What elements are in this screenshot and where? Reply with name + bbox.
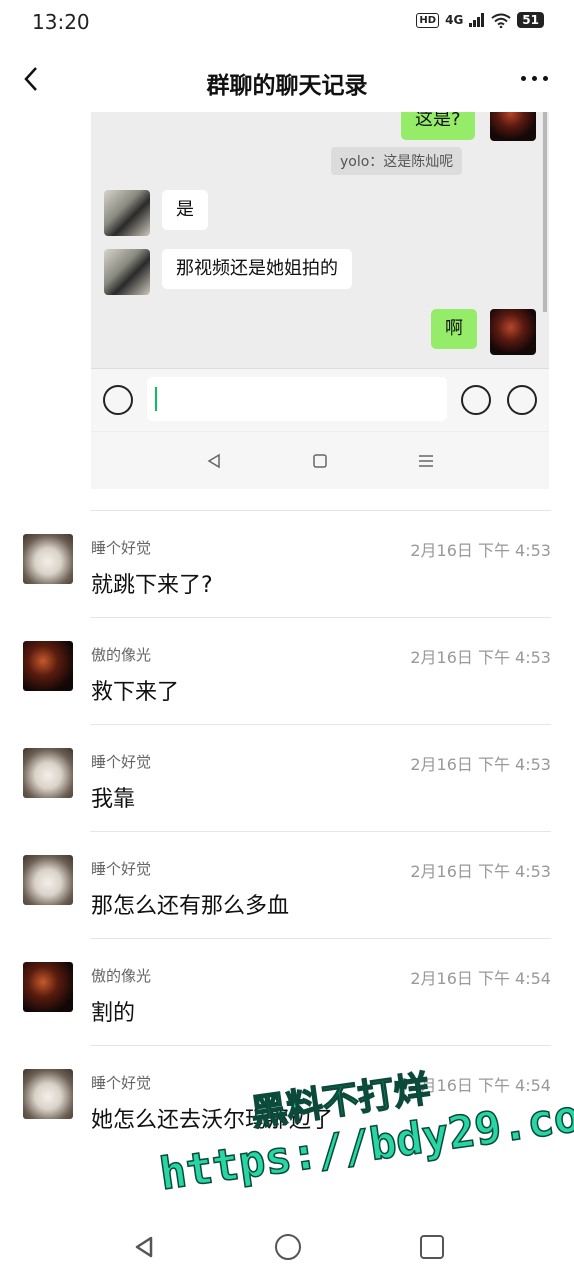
cellular-signal-icon <box>469 13 485 27</box>
list-item[interactable]: 睡个好觉 2月16日 下午 4:53 我靠 <box>0 724 574 831</box>
message-text: 割的 <box>91 1001 136 1026</box>
divider <box>90 510 551 511</box>
divider <box>90 938 551 939</box>
sender-name: 傲的像光 <box>91 967 152 985</box>
chat-bubble-right: 啊 <box>431 309 477 349</box>
avatar <box>490 112 536 141</box>
nav-menu-icon <box>419 454 433 467</box>
list-item[interactable]: 睡个好觉 2月16日 下午 4:53 那怎么还有那么多血 <box>0 831 574 938</box>
status-icons: HD 4G 51 <box>416 12 544 28</box>
plus-icon <box>507 385 537 415</box>
chat-bubble-left: 那视频还是她姐拍的 <box>162 249 352 289</box>
hd-icon: HD <box>416 12 440 28</box>
nav-back-icon[interactable] <box>134 1236 154 1258</box>
list-item[interactable]: 傲的像光 2月16日 下午 4:53 救下来了 <box>0 617 574 724</box>
message-text: 救下来了 <box>91 680 180 705</box>
divider <box>90 617 551 618</box>
sender-name: 睡个好觉 <box>91 1074 152 1092</box>
message-time: 2月16日 下午 4:53 <box>410 862 551 881</box>
sender-name: 睡个好觉 <box>91 539 152 557</box>
screenshot-nav-bar <box>91 432 549 489</box>
network-signal-icon: 4G <box>445 13 464 27</box>
message-text: 就跳下来了? <box>91 573 213 598</box>
emoji-icon <box>461 385 491 415</box>
message-text: 我靠 <box>91 787 136 812</box>
avatar <box>490 309 536 355</box>
status-time: 13:20 <box>32 10 90 34</box>
voice-icon <box>103 385 133 415</box>
message-text: 那怎么还有那么多血 <box>91 894 290 919</box>
nav-back-icon <box>207 453 220 468</box>
screenshot-input-bar <box>91 368 549 431</box>
more-options-icon[interactable] <box>521 76 548 81</box>
avatar <box>104 249 150 295</box>
avatar <box>23 962 73 1012</box>
embedded-chat-screenshot: 这是? yolo：这是陈灿呢 是 那视频还是她姐拍的 啊 <box>91 112 549 489</box>
battery-icon: 51 <box>517 12 544 28</box>
text-caret <box>155 387 157 411</box>
screenshot-text-input <box>147 377 447 421</box>
avatar <box>104 190 150 236</box>
message-time: 2月16日 下午 4:53 <box>410 755 551 774</box>
avatar <box>23 855 73 905</box>
sender-name: 睡个好觉 <box>91 753 152 771</box>
list-item[interactable]: 睡个好觉 2月16日 下午 4:53 就跳下来了? <box>0 510 574 617</box>
avatar <box>23 1069 73 1119</box>
list-item[interactable]: 睡个好觉 2月16日 下午 4:54 她怎么还去沃尔玛那边了 <box>0 1045 574 1152</box>
chat-record-list: 睡个好觉 2月16日 下午 4:53 就跳下来了? 傲的像光 2月16日 下午 … <box>0 510 574 1152</box>
avatar <box>23 641 73 691</box>
avatar <box>23 748 73 798</box>
sender-name: 睡个好觉 <box>91 860 152 878</box>
message-time: 2月16日 下午 4:53 <box>410 648 551 667</box>
divider <box>90 1045 551 1046</box>
wifi-icon <box>491 13 511 28</box>
system-nav-bar <box>0 1210 574 1280</box>
status-bar: 13:20 HD 4G 51 <box>0 0 574 44</box>
nav-recents-icon[interactable] <box>420 1235 444 1259</box>
divider <box>90 831 551 832</box>
avatar <box>23 534 73 584</box>
list-item[interactable]: 傲的像光 2月16日 下午 4:54 割的 <box>0 938 574 1045</box>
chat-bubble-right: 这是? <box>401 112 475 140</box>
message-time: 2月16日 下午 4:53 <box>410 541 551 560</box>
screenshot-scrollbar <box>543 112 547 312</box>
nav-home-icon[interactable] <box>275 1234 301 1260</box>
sender-name: 傲的像光 <box>91 646 152 664</box>
message-time: 2月16日 下午 4:54 <box>410 969 551 988</box>
system-message: yolo：这是陈灿呢 <box>331 147 463 175</box>
message-time: 2月16日 下午 4:54 <box>410 1076 551 1095</box>
divider <box>90 724 551 725</box>
message-text: 她怎么还去沃尔玛那边了 <box>91 1108 334 1133</box>
chat-bubble-left: 是 <box>162 190 208 230</box>
page-title: 群聊的聊天记录 <box>206 73 368 99</box>
nav-home-icon <box>313 453 327 468</box>
top-bar: 群聊的聊天记录 <box>0 50 574 110</box>
